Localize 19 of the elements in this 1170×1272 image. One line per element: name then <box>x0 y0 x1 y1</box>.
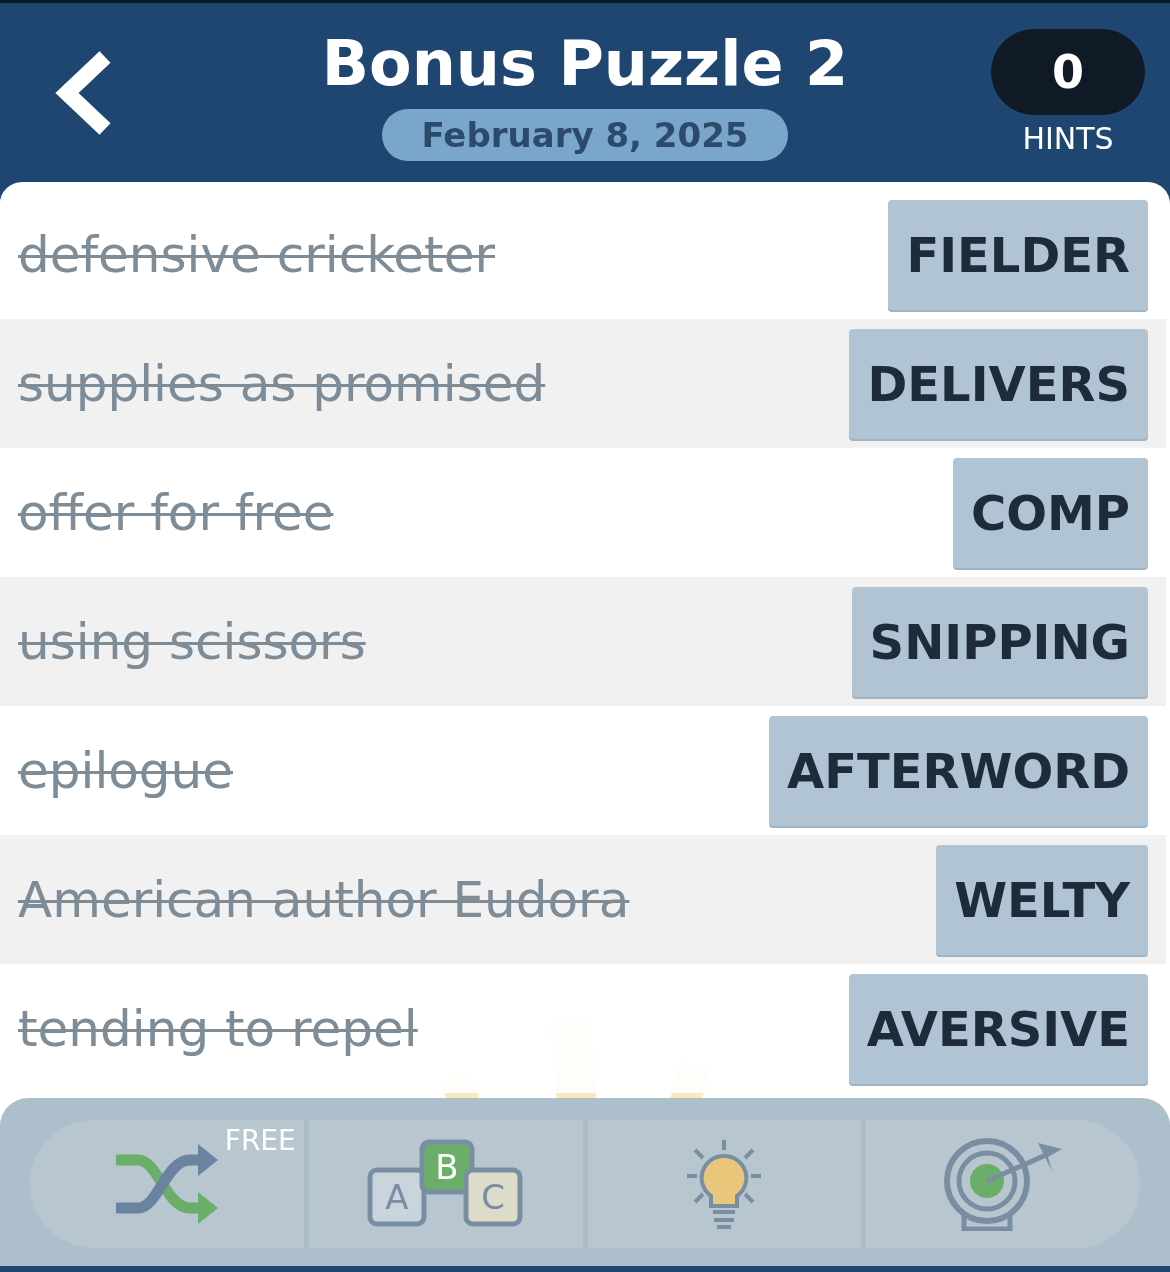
answer-tile[interactable]: AFTERWORD <box>769 715 1148 826</box>
answer-tile[interactable]: FIELDER <box>888 199 1148 310</box>
answer-tile[interactable]: DELIVERS <box>849 328 1148 439</box>
answer-tile[interactable]: COMP <box>953 457 1148 568</box>
free-label: FREE <box>224 1124 296 1157</box>
clue-text: epilogue <box>18 741 234 800</box>
answer-tile[interactable]: SNIPPING <box>851 586 1148 697</box>
hints-label: HINTS <box>1022 121 1114 156</box>
clue-text: using scissors <box>18 612 366 671</box>
hints-count: 0 <box>991 29 1145 115</box>
answer-tile[interactable]: WELTY <box>936 844 1148 955</box>
clue-text: offer for free <box>18 483 334 542</box>
clue-text: defensive cricketer <box>18 225 496 284</box>
clue-text: American author Eudora <box>18 870 630 929</box>
puzzle-title: Bonus Puzzle 2 <box>321 29 849 99</box>
date-badge: February 8, 2025 <box>381 109 789 161</box>
clue-text: tending to repel <box>18 999 418 1058</box>
clue-text: supplies as promised <box>18 354 546 413</box>
answer-tile[interactable]: AVERSIVE <box>848 973 1148 1084</box>
